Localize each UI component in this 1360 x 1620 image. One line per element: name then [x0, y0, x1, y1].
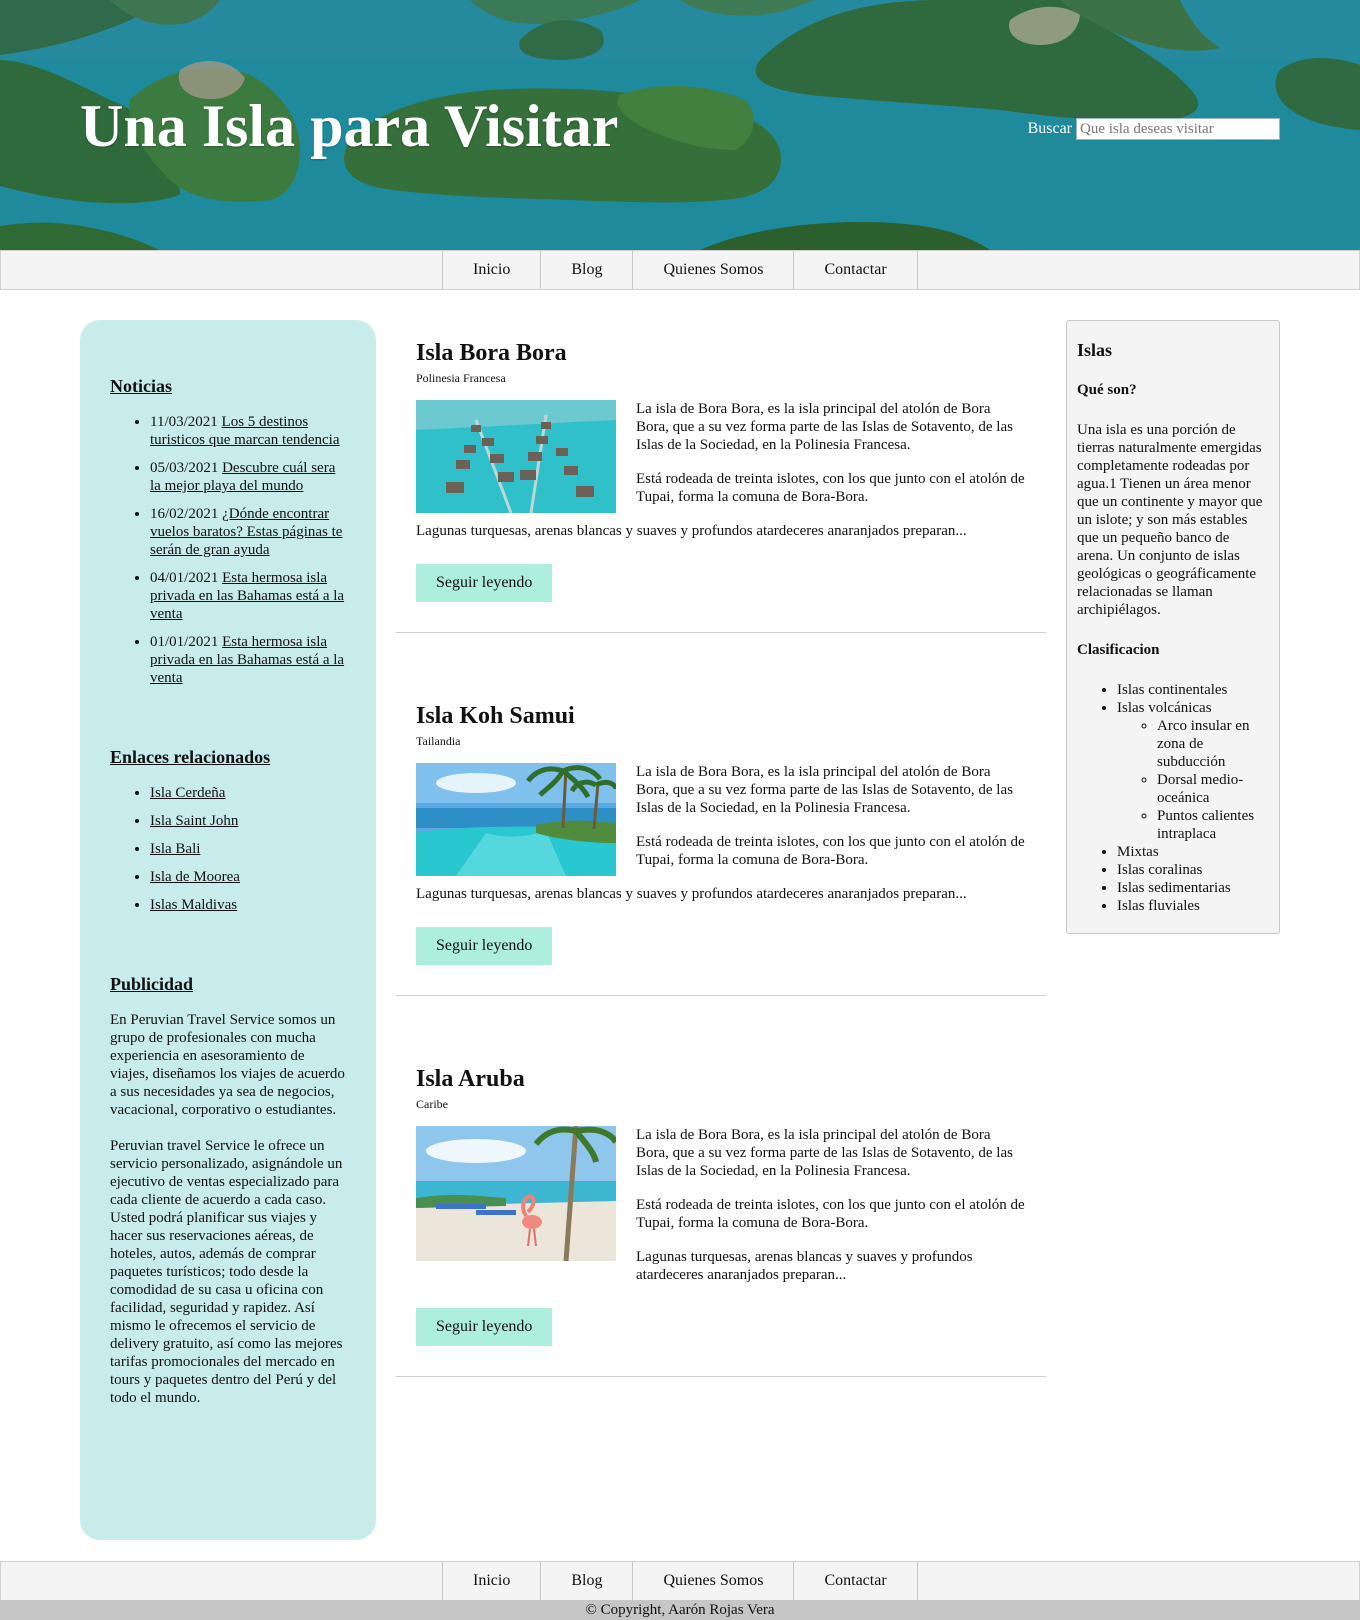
news-date: 04/01/2021 — [150, 570, 219, 586]
right-sidebar: Islas Qué son? Una isla es una porción d… — [1066, 320, 1280, 934]
overwater-bungalows-photo — [416, 400, 616, 513]
islands-title: Islas — [1077, 340, 1113, 360]
article-title: Isla Aruba — [416, 1066, 525, 1092]
articles-column: Isla Bora Bora Polinesia Francesa La isl… — [396, 320, 1046, 1377]
links-heading: Enlaces relacionados — [110, 747, 271, 767]
read-more-button[interactable]: Seguir leyendo — [416, 927, 553, 965]
related-link[interactable]: Isla Saint John — [150, 813, 238, 829]
nav-item-inicio[interactable]: Inicio — [443, 1562, 542, 1600]
list-item: Isla de Moorea — [150, 868, 346, 886]
list-item: Arco insular en zona de subducción — [1157, 717, 1269, 771]
article-card: Isla Koh Samui Tailandia La isla de Bora… — [396, 683, 1046, 996]
main-nav: Inicio Blog Quienes Somos Contactar — [0, 250, 1360, 290]
article-card: Isla Aruba Caribe La isla de Bora Bora, … — [396, 1046, 1046, 1377]
nav-item-quienes-somos[interactable]: Quienes Somos — [633, 1562, 795, 1600]
article-region: Caribe — [416, 1097, 448, 1111]
list-item: Isla Cerdeña — [150, 784, 346, 802]
list-item: Islas Maldivas — [150, 896, 346, 914]
list-item-label: Islas volcánicas — [1117, 700, 1212, 716]
site-title: Una Isla para Visitar — [80, 93, 619, 159]
article-region: Tailandia — [416, 734, 461, 748]
article-card: Isla Bora Bora Polinesia Francesa La isl… — [396, 320, 1046, 633]
nav-item-blog[interactable]: Blog — [541, 251, 634, 289]
list-item: Mixtas — [1117, 843, 1269, 861]
read-more-button[interactable]: Seguir leyendo — [416, 1308, 553, 1346]
hero-header: Una Isla para Visitar Buscar — [0, 0, 1360, 250]
list-item: Islas continentales — [1117, 681, 1269, 699]
footer-nav: Inicio Blog Quienes Somos Contactar — [0, 1561, 1360, 1601]
nav-item-contactar[interactable]: Contactar — [794, 1562, 918, 1600]
news-item: 16/02/2021 ¿Dónde encontrar vuelos barat… — [150, 505, 346, 559]
ads-paragraph: Peruvian travel Service le ofrece un ser… — [110, 1138, 343, 1406]
news-date: 16/02/2021 — [150, 506, 219, 522]
news-heading: Noticias — [110, 376, 172, 396]
left-sidebar: Noticias 11/03/2021 Los 5 destinos turis… — [80, 320, 376, 1540]
related-link[interactable]: Isla Bali — [150, 841, 200, 857]
related-link[interactable]: Isla Cerdeña — [150, 785, 225, 801]
nav-item-inicio[interactable]: Inicio — [443, 251, 542, 289]
list-item: Puntos calientes intraplaca — [1157, 807, 1269, 843]
list-item: Isla Bali — [150, 840, 346, 858]
related-link[interactable]: Islas Maldivas — [150, 897, 237, 913]
related-links-list: Isla Cerdeña Isla Saint John Isla Bali I… — [110, 784, 346, 914]
nav-item-quienes-somos[interactable]: Quienes Somos — [633, 251, 795, 289]
news-item: 11/03/2021 Los 5 destinos turisticos que… — [150, 413, 346, 449]
ads-heading: Publicidad — [110, 974, 194, 994]
news-date: 01/01/2021 — [150, 634, 219, 650]
news-list: 11/03/2021 Los 5 destinos turisticos que… — [110, 413, 346, 687]
search-input[interactable] — [1076, 118, 1280, 140]
ads-paragraph: En Peruvian Travel Service somos un grup… — [110, 1012, 345, 1118]
article-paragraph: Lagunas turquesas, arenas blancas y suav… — [416, 886, 967, 902]
news-item: 04/01/2021 Esta hermosa isla privada en … — [150, 569, 346, 623]
news-item: 05/03/2021 Descubre cuál sera la mejor p… — [150, 459, 346, 495]
copyright: © Copyright, Aarón Rojas Vera — [0, 1600, 1360, 1620]
article-title: Isla Koh Samui — [416, 703, 575, 729]
news-date: 05/03/2021 — [150, 460, 219, 476]
resort-pool-palms-photo — [416, 763, 616, 876]
list-item: Isla Saint John — [150, 812, 346, 830]
article-region: Polinesia Francesa — [416, 371, 506, 385]
news-date: 11/03/2021 — [150, 414, 218, 430]
read-more-button[interactable]: Seguir leyendo — [416, 564, 553, 602]
list-item: Dorsal medio-oceánica — [1157, 771, 1269, 807]
flamingo-beach-photo — [416, 1126, 616, 1261]
nav-item-blog[interactable]: Blog — [541, 1562, 634, 1600]
article-title: Isla Bora Bora — [416, 340, 567, 366]
sub-list: Arco insular en zona de subducción Dorsa… — [1117, 717, 1269, 843]
list-item: Islas sedimentarias — [1117, 879, 1269, 897]
article-paragraph: Lagunas turquesas, arenas blancas y suav… — [416, 523, 967, 539]
classification-list: Islas continentales Islas volcánicas Arc… — [1077, 681, 1269, 915]
news-item: 01/01/2021 Esta hermosa isla privada en … — [150, 633, 346, 687]
list-item: Islas volcánicas Arco insular en zona de… — [1117, 699, 1269, 843]
list-item: Islas fluviales — [1117, 897, 1269, 915]
nav-item-contactar[interactable]: Contactar — [794, 251, 918, 289]
search-bar: Buscar — [1028, 118, 1280, 140]
islands-subtitle: Qué son? — [1077, 382, 1137, 398]
related-link[interactable]: Isla de Moorea — [150, 869, 240, 885]
list-item: Islas coralinas — [1117, 861, 1269, 879]
islands-definition: Una isla es una porción de tierras natur… — [1077, 422, 1263, 618]
search-label: Buscar — [1027, 120, 1072, 137]
classification-title: Clasificacion — [1077, 642, 1160, 658]
